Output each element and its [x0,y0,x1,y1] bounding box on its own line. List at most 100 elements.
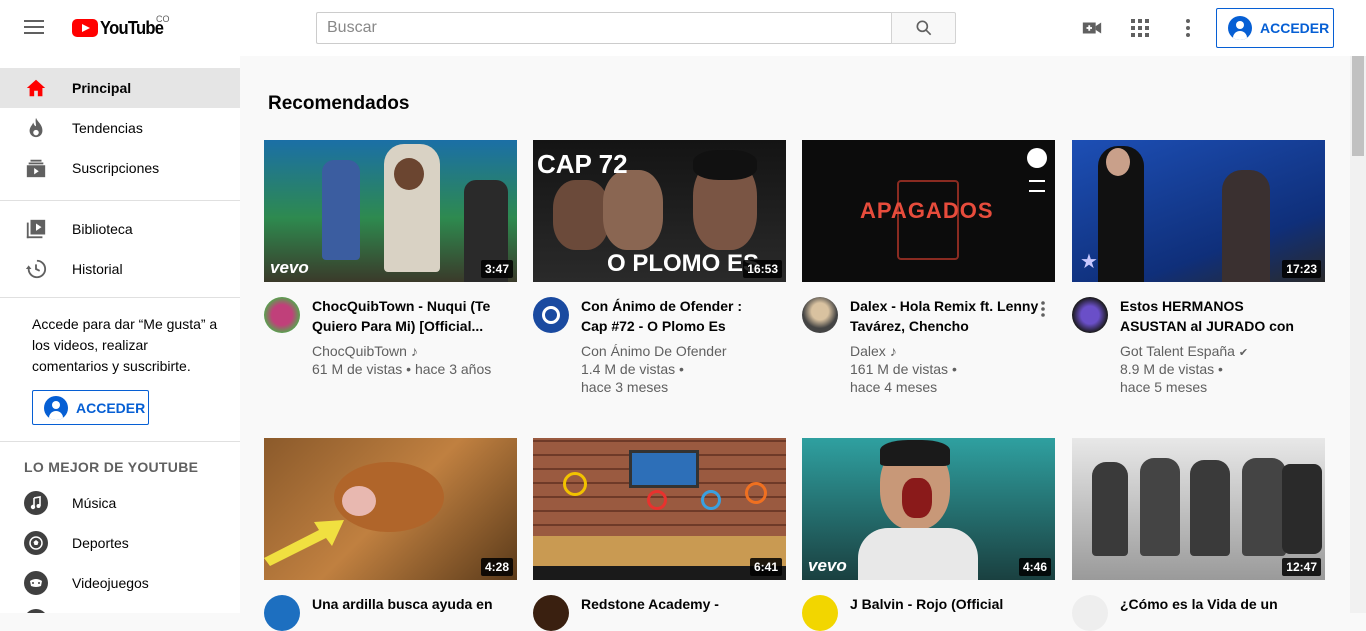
video-title[interactable]: Con Ánimo de Ofender : Cap #72 - O Plomo… [581,296,771,336]
video-duration: 17:23 [1282,260,1321,278]
video-views: 161 M de vistas • [850,361,957,377]
sidebar-item-label: Historial [72,261,123,277]
video-title[interactable]: Estos HERMANOS ASUSTAN al JURADO con su … [1120,296,1310,336]
channel-name[interactable]: Con Ánimo De Ofender [581,342,771,360]
verified-icon: ✔ [1238,347,1249,359]
video-duration: 4:28 [480,558,513,576]
channel-avatar[interactable] [264,297,300,333]
channel-name[interactable]: Dalex [850,343,886,359]
video-title[interactable]: Dalex - Hola Remix ft. Lenny Tavárez, Ch… [850,296,1040,336]
video-title[interactable]: J Balvin - Rojo (Official [850,594,1040,614]
thumbnail-caption-episode: CAP 72 [537,149,628,179]
video-title[interactable]: ¿Cómo es la Vida de un [1120,594,1310,614]
sidebar-item-sports[interactable]: Deportes [0,523,240,563]
signin-prompt: Accede para dar “Me gusta” a los videos,… [32,316,218,374]
video-thumbnail[interactable]: APAGADOS [802,140,1055,282]
signin-button[interactable]: ACCEDER [1216,8,1334,48]
create-video-icon[interactable] [1080,16,1104,40]
history-icon [24,257,48,281]
search-icon [916,20,931,36]
youtube-play-icon [72,19,98,37]
channel-name[interactable]: ChocQuibTown [312,343,407,359]
account-icon [1228,16,1252,40]
sidebar-divider [0,441,240,442]
video-thumbnail[interactable]: CAP 72 O PLOMO ES 16:53 [533,140,786,282]
page-scrollbar[interactable] [1350,56,1366,613]
video-channel[interactable]: ChocQuibTown ♪ [312,342,502,360]
video-title[interactable]: Una ardilla busca ayuda en [312,594,502,614]
sidebar-item-history[interactable]: Historial [0,249,240,289]
sidebar-item-gaming[interactable]: Videojuegos [0,563,240,603]
scrollbar-thumb[interactable] [1352,56,1364,156]
video-thumbnail[interactable]: vevo 3:47 [264,140,517,282]
top-bar: YouTube CO ACCEDER [0,0,1366,56]
sidebar-item-label: Biblioteca [72,221,133,237]
vevo-logo: vevo [270,258,309,277]
music-note-icon: ♪ [889,343,897,359]
sidebar-item-label: Música [72,495,117,511]
sidebar-item-music[interactable]: Música [0,483,240,523]
sidebar-divider [0,297,240,298]
video-views: 1.4 M de vistas • [581,361,684,377]
video-duration: 16:53 [743,260,782,278]
signin-label: ACCEDER [76,399,146,416]
menu-icon[interactable] [24,20,48,36]
video-age: hace 3 meses [581,379,669,395]
apps-icon[interactable] [1128,16,1152,40]
sidebar-item-library[interactable]: Biblioteca [0,209,240,249]
sidebar: Principal Tendencias Suscripciones Bibli… [0,56,240,613]
star-icon: ★ [1080,251,1098,273]
video-thumbnail[interactable]: ★ 17:23 [1072,140,1325,282]
youtube-logo[interactable]: YouTube CO [72,14,170,39]
sidebar-divider [0,200,240,201]
channel-avatar[interactable] [802,297,838,333]
library-icon [24,217,48,241]
search-input[interactable] [316,12,892,44]
sidebar-item-label: Principal [72,80,132,96]
video-duration: 4:46 [1018,558,1051,576]
music-note-icon: ♪ [410,343,418,359]
watch-later-icon[interactable] [1027,148,1047,168]
video-duration: 3:47 [480,260,513,278]
channel-avatar[interactable] [533,595,569,631]
account-icon [44,395,68,420]
sidebar-item-trending[interactable]: Tendencias [0,108,240,148]
logo-country: CO [156,14,170,24]
video-thumbnail[interactable]: 4:28 [264,438,517,580]
sidebar-item-subscriptions[interactable]: Suscripciones [0,148,240,188]
sports-icon [24,531,48,555]
sidebar-item-label: Suscripciones [72,160,160,176]
video-channel[interactable]: Dalex ♪ [850,342,1040,360]
video-age: hace 4 meses [850,379,938,395]
next-category-icon[interactable] [24,609,48,613]
sidebar-signin-button[interactable]: ACCEDER [32,390,149,425]
video-menu-icon[interactable] [1040,300,1048,318]
search-button[interactable] [891,12,956,44]
channel-name[interactable]: Got Talent España [1120,343,1235,359]
channel-avatar[interactable] [1072,595,1108,631]
music-icon [24,491,48,515]
channel-avatar[interactable] [802,595,838,631]
video-title[interactable]: ChocQuibTown - Nuqui (Te Quiero Para Mi)… [312,296,502,336]
video-thumbnail[interactable]: 12:47 [1072,438,1325,580]
thumbnail-caption-title: O PLOMO ES [607,250,760,277]
more-options-icon[interactable] [1176,16,1200,40]
add-to-queue-icon[interactable] [1029,180,1045,192]
video-channel[interactable]: Got Talent España ✔ [1120,342,1310,362]
video-thumbnail[interactable]: 6:41 [533,438,786,580]
video-thumbnail[interactable]: vevo 4:46 [802,438,1055,580]
video-views: 8.9 M de vistas • [1120,361,1223,377]
vevo-logo: vevo [808,556,847,575]
video-title[interactable]: Redstone Academy - [581,594,771,614]
sidebar-item-label: Tendencias [72,120,143,136]
sidebar-item-label: Videojuegos [72,575,149,591]
channel-avatar[interactable] [1072,297,1108,333]
logo-text: YouTube [100,17,164,38]
channel-avatar[interactable] [264,595,300,631]
video-duration: 6:41 [749,558,782,576]
sidebar-item-home[interactable]: Principal [0,68,240,108]
gaming-icon [24,571,48,595]
video-views: 61 M de vistas • hace 3 años [312,361,492,377]
channel-avatar[interactable] [533,297,569,333]
sidebar-item-label: Deportes [72,535,129,551]
